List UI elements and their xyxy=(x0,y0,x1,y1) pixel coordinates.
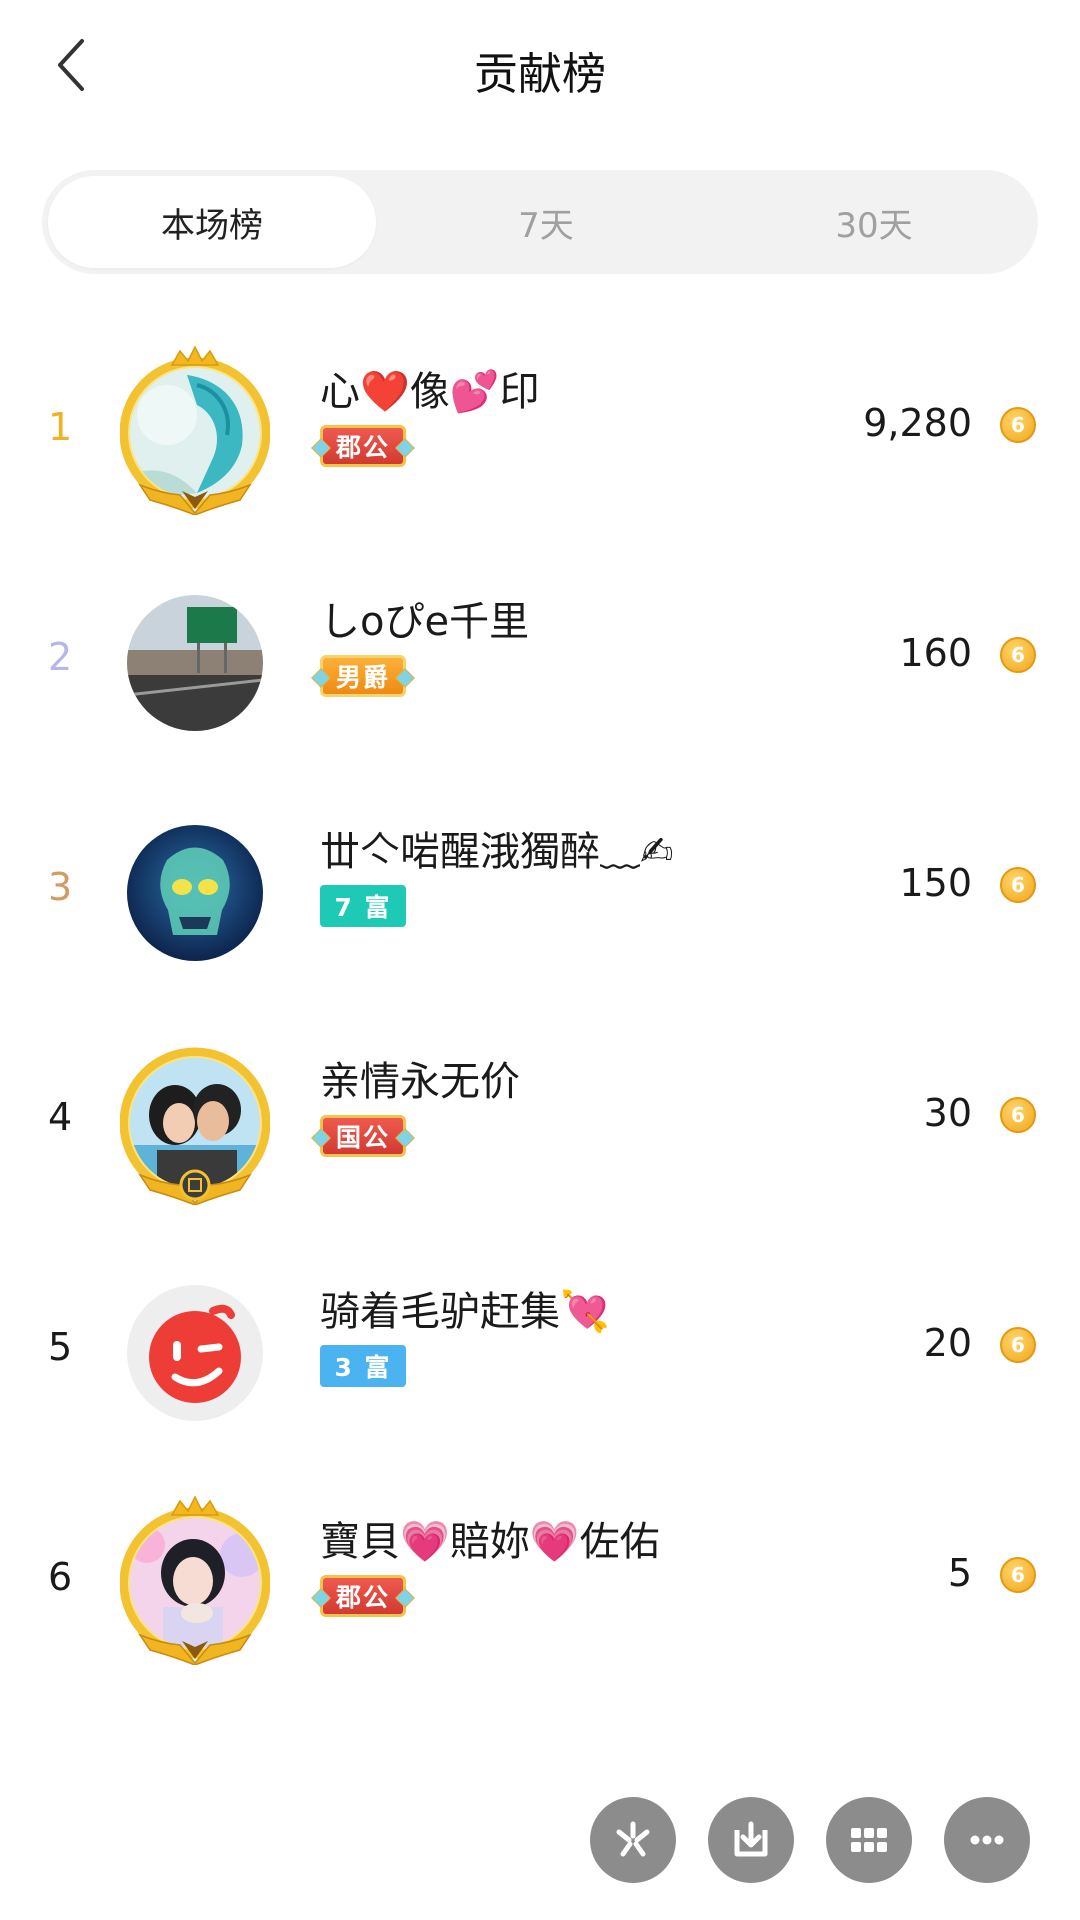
user-name: 丗亽啱醒涐獨醉﹏✍ xyxy=(320,829,674,875)
gem-icon xyxy=(311,1128,331,1148)
wink-face-avatar xyxy=(127,1285,263,1421)
list-item[interactable]: 5 骑着毛驴赶集💘 3 富 20 6 xyxy=(0,1235,1080,1465)
badge-label: 国公 xyxy=(335,1123,390,1152)
download-button[interactable] xyxy=(708,1797,794,1883)
spark-button[interactable] xyxy=(590,1797,676,1883)
coin-icon: 6 xyxy=(1000,1557,1036,1593)
coin-icon: 6 xyxy=(1000,637,1036,673)
rank-badge: 郡公 xyxy=(311,425,415,467)
list-item[interactable]: 3 丗亽啱醒涐獨醉﹏✍ 7 富 150 6 xyxy=(0,775,1080,1005)
coin-icon: 6 xyxy=(1000,407,1036,443)
avatar[interactable] xyxy=(120,1495,270,1665)
gem-icon xyxy=(395,1588,415,1608)
header: 贡献榜 xyxy=(0,0,1080,140)
spark-icon xyxy=(616,1821,650,1857)
skull-avatar xyxy=(127,825,263,961)
user-name: しoぴe千里 xyxy=(320,599,530,645)
tab-this-session[interactable]: 本场榜 xyxy=(48,176,376,268)
badge-label: 男爵 xyxy=(335,663,390,692)
rank-number: 1 xyxy=(48,405,73,449)
contribution-score: 9,280 xyxy=(863,401,972,445)
contribution-score: 30 xyxy=(923,1091,972,1135)
avatar[interactable] xyxy=(120,805,270,975)
gem-icon xyxy=(395,668,415,688)
gem-icon xyxy=(395,1128,415,1148)
rank-number: 4 xyxy=(48,1095,73,1139)
ranking-list: 1 心❤️像💕印 郡公 9,280 6 2 しoぴe千里 男爵 160 6 3 … xyxy=(0,315,1080,1695)
avatar[interactable] xyxy=(120,345,270,515)
wealth-badge: 3 富 xyxy=(320,1345,406,1387)
more-button[interactable] xyxy=(944,1797,1030,1883)
avatar[interactable] xyxy=(120,1265,270,1435)
gem-icon xyxy=(311,1588,331,1608)
contribution-score: 160 xyxy=(899,631,972,675)
coin-icon: 6 xyxy=(1000,1327,1036,1363)
rank-badge: 男爵 xyxy=(311,655,415,697)
badge-label: 郡公 xyxy=(335,1583,390,1612)
girl-avatar xyxy=(127,1515,263,1651)
list-item[interactable]: 1 心❤️像💕印 郡公 9,280 6 xyxy=(0,315,1080,545)
grid-button[interactable] xyxy=(826,1797,912,1883)
rank-number: 5 xyxy=(48,1325,73,1369)
dragon-avatar xyxy=(127,365,263,501)
user-name: 寶貝💗賠妳💗佐佑 xyxy=(320,1519,660,1565)
rank-badge: 国公 xyxy=(311,1115,415,1157)
avatar[interactable] xyxy=(120,575,270,745)
list-item[interactable]: 4 亲情永无价 国公 30 6 xyxy=(0,1005,1080,1235)
coin-icon: 6 xyxy=(1000,1097,1036,1133)
page-title: 贡献榜 xyxy=(474,49,606,100)
bottom-action-bar xyxy=(0,1797,1080,1887)
rank-number: 3 xyxy=(48,865,73,909)
grid-icon xyxy=(851,1828,887,1852)
road-sign-avatar xyxy=(127,595,263,731)
user-name: 骑着毛驴赶集💘 xyxy=(320,1289,610,1335)
couple-avatar xyxy=(127,1055,263,1191)
avatar[interactable] xyxy=(120,1035,270,1205)
download-icon xyxy=(734,1821,768,1857)
user-name: 亲情永无价 xyxy=(320,1059,520,1105)
contribution-score: 5 xyxy=(947,1551,972,1595)
badge-label: 郡公 xyxy=(335,433,390,462)
tab-30-days[interactable]: 30天 xyxy=(710,170,1038,274)
contribution-score: 20 xyxy=(923,1321,972,1365)
tab-bar: 本场榜 7天 30天 xyxy=(42,170,1038,274)
user-name: 心❤️像💕印 xyxy=(320,369,540,415)
contribution-score: 150 xyxy=(899,861,972,905)
rank-number: 2 xyxy=(48,635,73,679)
coin-icon: 6 xyxy=(1000,867,1036,903)
gem-icon xyxy=(311,668,331,688)
list-item[interactable]: 2 しoぴe千里 男爵 160 6 xyxy=(0,545,1080,775)
gem-icon xyxy=(395,438,415,458)
rank-badge: 郡公 xyxy=(311,1575,415,1617)
tab-7-days[interactable]: 7天 xyxy=(382,170,710,274)
more-icon xyxy=(970,1835,1004,1845)
gem-icon xyxy=(311,438,331,458)
list-item[interactable]: 6 寶貝💗賠妳💗佐佑 郡公 5 6 xyxy=(0,1465,1080,1695)
wealth-badge: 7 富 xyxy=(320,885,406,927)
rank-number: 6 xyxy=(48,1555,73,1599)
